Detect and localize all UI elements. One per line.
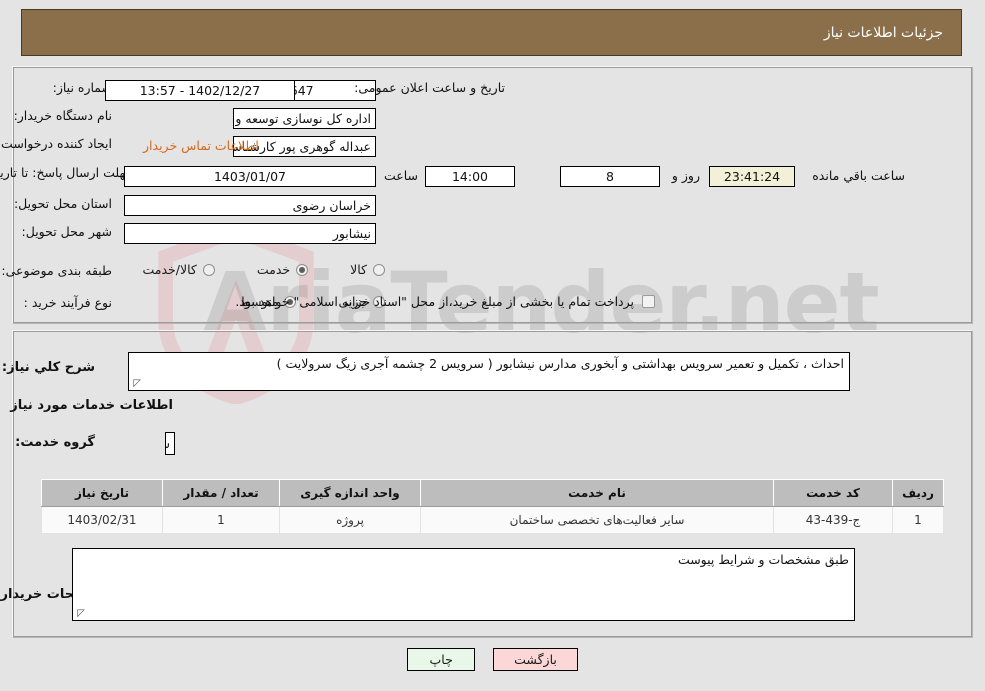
cell-quantity: 1 bbox=[162, 506, 280, 534]
delivery-province-label-wrap: استان محل تحویل: bbox=[14, 196, 112, 211]
buyer-org-label: نام دستگاه خریدار: bbox=[13, 108, 112, 123]
cell-unit: پروژه bbox=[279, 506, 421, 534]
col-service-code: کد خدمت bbox=[773, 479, 893, 507]
announce-datetime-field[interactable]: 1402/12/27 - 13:57 bbox=[105, 80, 295, 101]
col-row-no: ردیف bbox=[892, 479, 944, 507]
radio-icon[interactable] bbox=[373, 263, 385, 276]
col-quantity: تعداد / مقدار bbox=[162, 479, 280, 507]
creator-label-wrap: ایجاد کننده درخواست: bbox=[0, 136, 112, 151]
summary-label: شرح کلي نياز: bbox=[1, 360, 95, 375]
page-title-text: جزئیات اطلاعات نیاز bbox=[823, 24, 943, 41]
category-option-label: کالا/خدمت bbox=[142, 262, 197, 277]
buyer-notes-text: طبق مشخصات و شرایط پیوست bbox=[677, 552, 849, 567]
category-option-kala[interactable]: کالا bbox=[350, 262, 385, 277]
page-title: جزئیات اطلاعات نیاز bbox=[21, 9, 962, 56]
cell-service-code: ج-439-43 bbox=[773, 506, 893, 534]
delivery-province-label: استان محل تحویل: bbox=[13, 196, 112, 211]
cell-need-date: 1403/02/31 bbox=[41, 506, 163, 534]
services-heading: اطلاعات خدمات مورد نیاز bbox=[10, 398, 173, 413]
buyer-notes-textarea[interactable]: طبق مشخصات و شرایط پیوست ◸ bbox=[72, 548, 855, 621]
category-option-label: کالا bbox=[350, 262, 367, 277]
category-option-khedmat[interactable]: خدمت bbox=[256, 262, 309, 277]
page-root: AriaTender.net جزئیات اطلاعات نیاز شماره… bbox=[0, 0, 985, 691]
service-group-label: گروه خدمت: bbox=[15, 435, 95, 450]
deadline-hour-label: ساعت bbox=[383, 168, 418, 183]
radio-icon[interactable] bbox=[296, 263, 309, 276]
delivery-city-label-wrap: شهر محل تحویل: bbox=[22, 224, 112, 239]
services-table: ردیف کد خدمت نام خدمت واحد اندازه گیری ت… bbox=[41, 479, 944, 534]
table-row: 1 ج-439-43 سایر فعالیت‌های تخصصی ساختمان… bbox=[41, 506, 944, 534]
purchase-type-label-wrap: نوع فرآیند خرید : bbox=[24, 295, 112, 310]
deadline-remaining-label: ساعت باقي مانده bbox=[812, 168, 905, 183]
col-service-name: نام خدمت bbox=[420, 479, 774, 507]
delivery-city-label: شهر محل تحویل: bbox=[21, 224, 112, 239]
category-label-wrap: طبقه بندی موضوعی: bbox=[1, 263, 112, 278]
creator-label: ایجاد کننده درخواست: bbox=[0, 136, 112, 151]
need-number-label-wrap: شماره نیاز: bbox=[53, 80, 112, 95]
category-radio-group[interactable]: کالا خدمت کالا/خدمت bbox=[142, 262, 385, 277]
treasury-note-text: پرداخت تمام یا بخشی از مبلغ خرید،از محل … bbox=[235, 294, 634, 309]
resize-grip-icon[interactable]: ◸ bbox=[131, 379, 141, 389]
delivery-city-field[interactable]: نیشابور bbox=[124, 223, 376, 244]
category-label: طبقه بندی موضوعی: bbox=[1, 263, 112, 278]
print-button[interactable]: چاپ bbox=[407, 648, 476, 671]
service-group-field[interactable]: ساختمان bbox=[165, 432, 175, 455]
radio-icon[interactable] bbox=[202, 263, 215, 276]
resize-grip-icon[interactable]: ◸ bbox=[75, 609, 85, 619]
cell-row-no: 1 bbox=[892, 506, 944, 534]
buyer-org-field[interactable]: اداره کل نوسازی توسعه و تجهیز مدارس استا… bbox=[233, 108, 376, 129]
buyer-contact-link[interactable]: اطلاعات تماس خریدار bbox=[143, 138, 259, 153]
col-need-date: تاریخ نیاز bbox=[41, 479, 163, 507]
summary-text: احداث ، تکمیل و تعمیر سرویس بهداشتی و آب… bbox=[276, 356, 844, 371]
cell-service-name: سایر فعالیت‌های تخصصی ساختمان bbox=[420, 506, 774, 534]
action-buttons: بازگشت چاپ bbox=[0, 648, 985, 671]
announce-datetime-label: تاریخ و ساعت اعلان عمومی: bbox=[354, 80, 505, 95]
summary-textarea[interactable]: احداث ، تکمیل و تعمیر سرویس بهداشتی و آب… bbox=[128, 352, 850, 391]
back-button[interactable]: بازگشت bbox=[493, 648, 578, 671]
table-header-row: ردیف کد خدمت نام خدمت واحد اندازه گیری ت… bbox=[41, 479, 944, 507]
delivery-province-field[interactable]: خراسان رضوی bbox=[124, 195, 376, 216]
category-option-label: خدمت bbox=[256, 262, 291, 277]
category-option-kala-khedmat[interactable]: کالا/خدمت bbox=[142, 262, 215, 277]
col-unit: واحد اندازه گیری bbox=[279, 479, 421, 507]
deadline-label-text: مهلت ارسال پاسخ: تا تاریخ: bbox=[0, 165, 132, 180]
deadline-date-field[interactable]: 1403/01/07 bbox=[124, 166, 376, 187]
purchase-type-label: نوع فرآیند خرید : bbox=[23, 295, 112, 310]
treasury-note-row[interactable]: پرداخت تمام یا بخشی از مبلغ خرید،از محل … bbox=[235, 294, 655, 309]
need-number-label: شماره نیاز: bbox=[52, 80, 112, 95]
deadline-countdown-field: 23:41:24 bbox=[709, 166, 795, 187]
announce-datetime-label-wrap: تاریخ و ساعت اعلان عمومی: bbox=[354, 80, 505, 95]
deadline-hour-field[interactable]: 14:00 bbox=[425, 166, 515, 187]
deadline-days-label: روز و bbox=[671, 168, 700, 183]
deadline-label: مهلت ارسال پاسخ: تا تاریخ: bbox=[0, 164, 132, 181]
buyer-org-label-wrap: نام دستگاه خریدار: bbox=[14, 108, 112, 123]
deadline-days-field[interactable]: 8 bbox=[560, 166, 660, 187]
treasury-checkbox[interactable] bbox=[642, 295, 655, 308]
